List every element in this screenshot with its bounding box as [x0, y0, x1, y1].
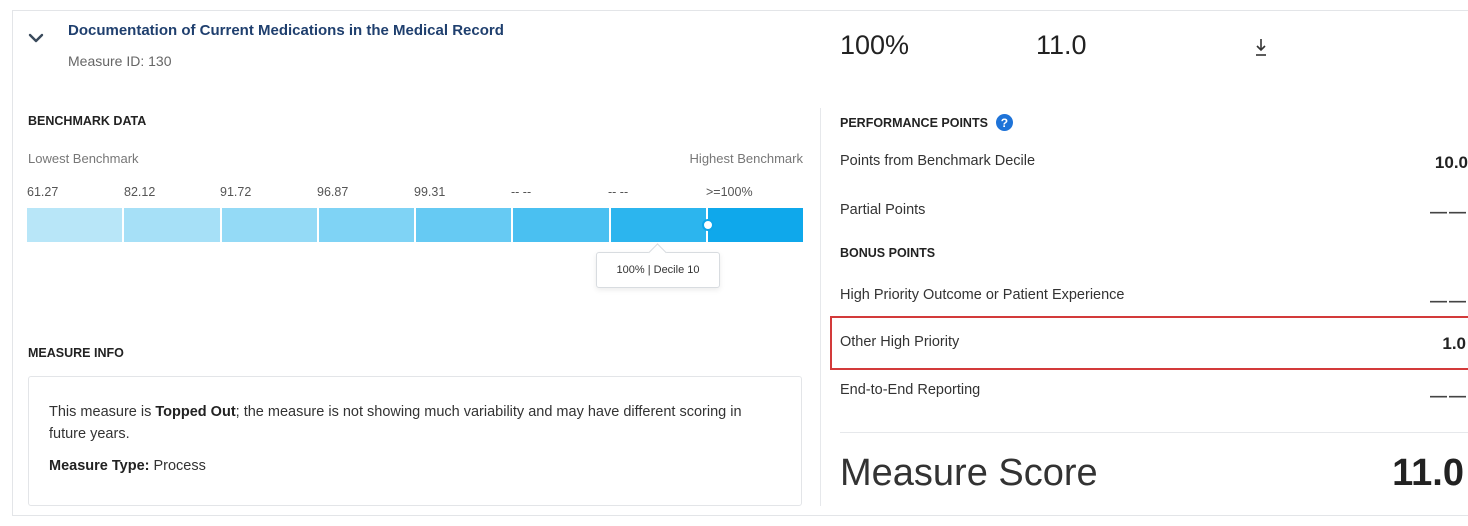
measure-score-value: 11.0	[1392, 452, 1464, 494]
bonus-row-other-high-priority: Other High Priority 1.0	[840, 334, 1468, 353]
help-icon[interactable]: ?	[995, 114, 1013, 131]
measure-title[interactable]: Documentation of Current Medications in …	[68, 22, 504, 39]
points-row-value: 10.0	[1434, 153, 1468, 172]
decile-segment	[610, 208, 708, 242]
measure-info-label: MEASURE INFO	[28, 346, 124, 360]
measure-type-value: Process	[149, 458, 206, 474]
score-divider	[840, 432, 1468, 433]
measure-info-box: This measure is Topped Out; the measure …	[28, 376, 802, 506]
bonus-points-label: BONUS POINTS	[840, 246, 936, 260]
points-row-partial: Partial Points ——	[840, 202, 1468, 221]
points-row-label: Partial Points	[840, 202, 926, 218]
decile-segment	[221, 208, 319, 242]
performance-rate: 100%	[840, 30, 910, 60]
benchmark-tick: 99.31	[414, 185, 446, 199]
benchmark-tick: 61.27	[27, 185, 59, 199]
benchmark-tick: -- --	[608, 185, 629, 199]
bonus-row-high-priority-outcome: High Priority Outcome or Patient Experie…	[840, 287, 1468, 310]
bonus-row-value: ——	[1430, 291, 1468, 310]
points-row-label: Points from Benchmark Decile	[840, 153, 1036, 169]
decile-segment	[318, 208, 416, 242]
measure-score-label: Measure Score	[840, 452, 1098, 494]
bonus-row-end-to-end: End-to-End Reporting ——	[840, 382, 1468, 405]
benchmark-tick: -- --	[511, 185, 532, 199]
benchmark-decile-bar	[27, 208, 803, 242]
performance-points-header: PERFORMANCE POINTS ?	[840, 114, 1013, 131]
topped-out-text: Topped Out	[155, 404, 236, 420]
benchmark-tick: >=100%	[706, 185, 753, 199]
bonus-row-value: 1.0	[1442, 334, 1466, 353]
highest-benchmark-label: Highest Benchmark	[689, 151, 803, 166]
lowest-benchmark-label: Lowest Benchmark	[28, 151, 139, 166]
performance-points-label: PERFORMANCE POINTS	[840, 115, 988, 130]
points-row-value: ——	[1430, 202, 1468, 221]
measure-id: Measure ID: 130	[68, 53, 172, 69]
chevron-down-icon[interactable]	[28, 32, 44, 44]
points-row-benchmark-decile: Points from Benchmark Decile 10.0	[840, 153, 1468, 172]
measure-info-text: This measure is Topped Out; the measure …	[49, 401, 781, 445]
bonus-row-value: ——	[1430, 386, 1468, 405]
performance-marker[interactable]	[702, 219, 714, 231]
total-points: 11.0	[1036, 30, 1087, 60]
decile-segment	[707, 208, 803, 242]
benchmark-tick: 96.87	[317, 185, 349, 199]
bonus-row-label: End-to-End Reporting	[840, 382, 981, 398]
info-text-prefix: This measure is	[49, 404, 156, 420]
measure-type-label: Measure Type:	[49, 458, 150, 474]
column-divider	[820, 108, 821, 506]
decile-segment	[27, 208, 125, 242]
benchmark-tick: 91.72	[220, 185, 252, 199]
bonus-row-label: Other High Priority	[840, 334, 960, 350]
measure-type: Measure Type: Process	[49, 455, 781, 477]
bonus-row-label: High Priority Outcome or Patient Experie…	[840, 287, 1125, 303]
benchmark-data-label: BENCHMARK DATA	[28, 114, 147, 128]
decile-segment	[124, 208, 222, 242]
decile-tooltip: 100% | Decile 10	[596, 252, 720, 288]
decile-segment	[416, 208, 514, 242]
decile-segment	[513, 208, 611, 242]
benchmark-tick: 82.12	[124, 185, 156, 199]
download-icon[interactable]	[1254, 36, 1268, 58]
